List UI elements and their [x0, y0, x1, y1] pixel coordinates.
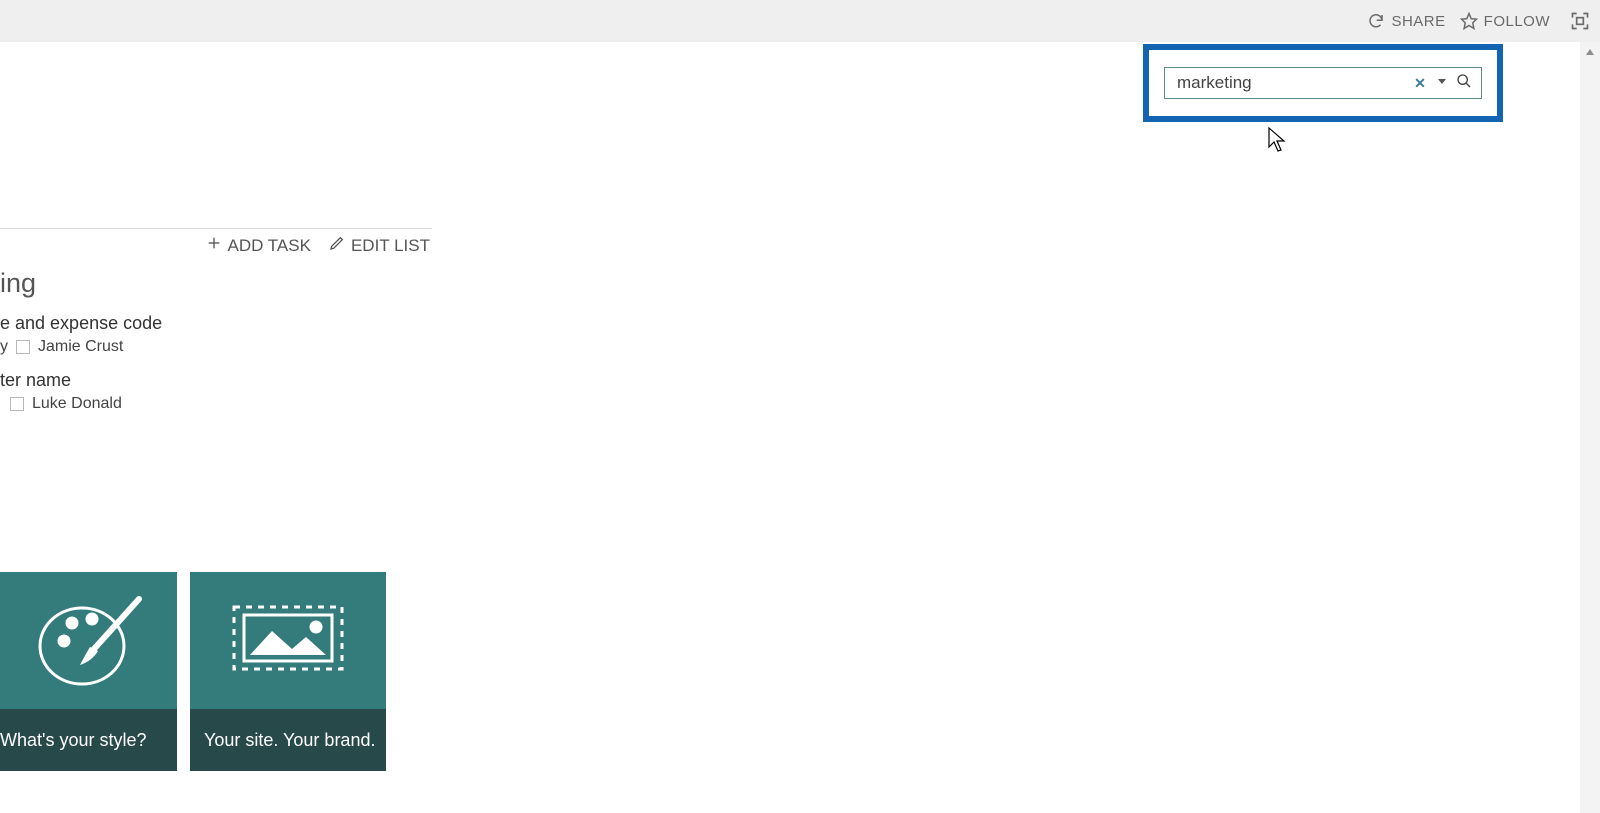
scroll-up-button[interactable] [1580, 42, 1600, 62]
panel-heading: ing [0, 268, 432, 299]
search-submit-button[interactable] [1453, 73, 1475, 94]
task-assignees: y Jamie Crust [0, 338, 432, 356]
tasks-panel: ADD TASK EDIT LIST ing e and expense cod… [0, 228, 432, 427]
tiles-row: What's your style? Your site. Your brand… [0, 572, 386, 771]
vertical-scrollbar[interactable] [1580, 42, 1600, 813]
tile-caption: Your site. Your brand. [190, 709, 386, 771]
close-icon: ✕ [1414, 75, 1426, 92]
focus-icon [1570, 11, 1590, 31]
task-item: e and expense code y Jamie Crust [0, 313, 432, 356]
search-input[interactable] [1175, 72, 1409, 94]
pencil-icon [329, 235, 345, 256]
edit-list-label: EDIT LIST [351, 236, 430, 256]
image-placeholder-icon [190, 572, 386, 709]
search-box: ✕ [1164, 67, 1482, 99]
search-highlight-frame: ✕ [1143, 44, 1503, 122]
focus-mode-button[interactable] [1570, 11, 1590, 31]
task-title: ter name [0, 370, 432, 391]
task-item: ter name Luke Donald [0, 370, 432, 413]
follow-label: FOLLOW [1484, 13, 1550, 30]
follow-button[interactable]: FOLLOW [1460, 12, 1550, 30]
refresh-icon [1367, 12, 1385, 30]
task-title: e and expense code [0, 313, 432, 334]
tile-style[interactable]: What's your style? [0, 572, 177, 771]
task-assignees: Luke Donald [0, 395, 432, 413]
chevron-down-icon [1436, 74, 1448, 92]
search-icon [1456, 73, 1472, 94]
assignee-name: Jamie Crust [38, 338, 123, 356]
assignee-name: Luke Donald [32, 395, 122, 413]
edit-list-button[interactable]: EDIT LIST [329, 235, 430, 256]
add-task-button[interactable]: ADD TASK [206, 235, 311, 256]
search-scope-dropdown[interactable] [1431, 74, 1453, 92]
tile-caption: What's your style? [0, 709, 177, 771]
mouse-cursor-icon [1268, 127, 1288, 158]
tile-brand[interactable]: Your site. Your brand. [190, 572, 386, 771]
star-icon [1460, 12, 1478, 30]
add-task-label: ADD TASK [228, 236, 311, 256]
plus-icon [206, 235, 222, 256]
share-label: SHARE [1391, 13, 1445, 30]
assignee-checkbox[interactable] [16, 340, 30, 354]
palette-icon [0, 572, 177, 709]
top-toolbar: SHARE FOLLOW [0, 0, 1600, 42]
assignee-checkbox[interactable] [10, 397, 24, 411]
panel-actions: ADD TASK EDIT LIST [0, 235, 432, 256]
clear-search-button[interactable]: ✕ [1409, 75, 1431, 92]
share-button[interactable]: SHARE [1367, 12, 1445, 30]
panel-divider [0, 228, 432, 229]
assignee-fragment: y [0, 338, 8, 356]
